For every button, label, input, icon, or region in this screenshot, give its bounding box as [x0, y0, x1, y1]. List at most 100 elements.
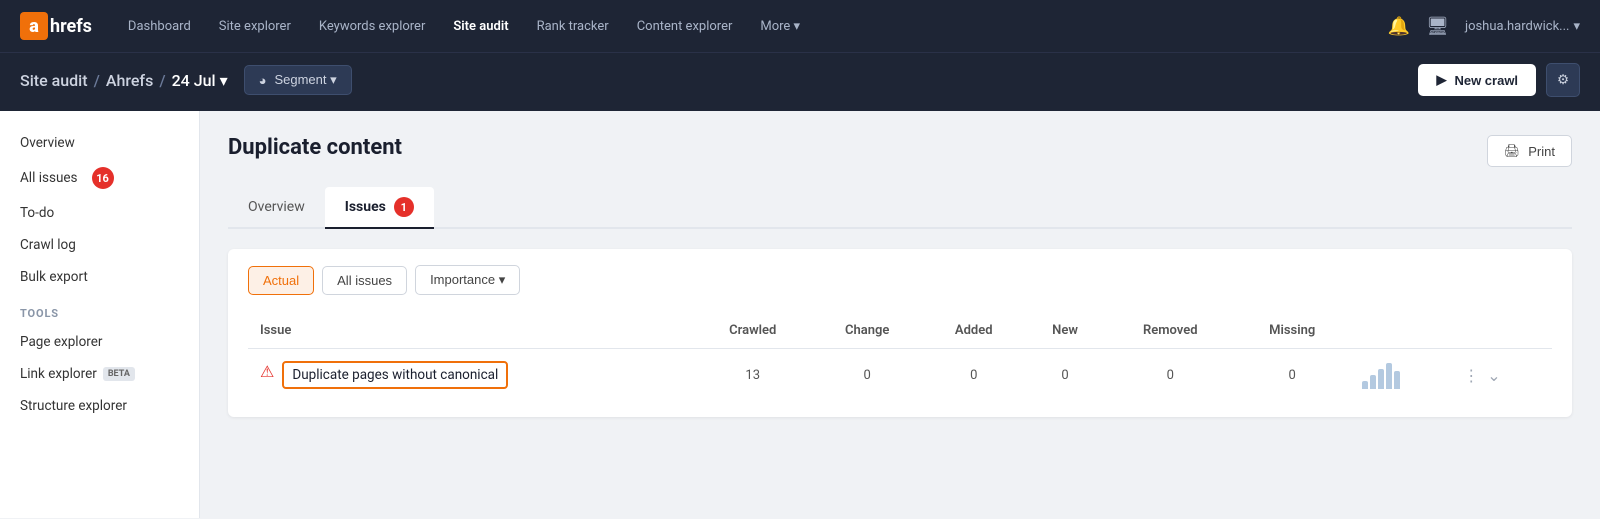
col-chart [1350, 313, 1452, 349]
sidebar-bulk-export-label: Bulk export [20, 269, 88, 285]
sidebar-item-all-issues[interactable]: All issues 16 [0, 159, 199, 197]
new-cell: 0 [1024, 349, 1106, 402]
col-change: Change [811, 313, 923, 349]
tab-overview[interactable]: Overview [228, 187, 325, 229]
structure-explorer-label: Structure explorer [20, 398, 127, 414]
sidebar-item-structure-explorer[interactable]: Structure explorer [0, 390, 199, 422]
breadcrumb-actions: ▶ New crawl ⚙ [1418, 63, 1580, 97]
nav-keywords-explorer[interactable]: Keywords explorer [307, 13, 438, 40]
breadcrumb-bar: Site audit / Ahrefs / 24 Jul ▾ ◕ Segment… [0, 52, 1600, 111]
bar-5 [1394, 371, 1400, 389]
sidebar-overview-label: Overview [20, 135, 75, 151]
all-issues-badge: 16 [92, 167, 114, 189]
play-icon: ▶ [1436, 72, 1446, 88]
col-removed: Removed [1106, 313, 1235, 349]
page-explorer-label: Page explorer [20, 334, 102, 350]
col-crawled: Crawled [694, 313, 811, 349]
nav-right: 🔔 🖥 joshua.hardwick... ▾ [1388, 16, 1580, 37]
segment-label: Segment ▾ [274, 72, 336, 88]
error-icon: ⚠ [260, 362, 274, 381]
bar-4 [1386, 363, 1392, 389]
col-actions [1451, 313, 1552, 349]
row-actions: ⋮ ⌄ [1463, 366, 1540, 385]
bar-1 [1362, 381, 1368, 389]
filter-actual-button[interactable]: Actual [248, 266, 314, 295]
tabs: Overview Issues 1 [228, 187, 1572, 229]
sidebar: Overview All issues 16 To-do Crawl log B… [0, 111, 200, 518]
nav-site-explorer[interactable]: Site explorer [207, 13, 303, 40]
sidebar-item-crawl-log[interactable]: Crawl log [0, 229, 199, 261]
page-title: Duplicate content [228, 135, 402, 160]
new-crawl-label: New crawl [1454, 73, 1518, 88]
sidebar-all-issues-label: All issues [20, 170, 78, 186]
filter-importance-button[interactable]: Importance ▾ [415, 265, 520, 295]
print-label: Print [1528, 144, 1555, 159]
missing-cell: 0 [1235, 349, 1350, 402]
segment-button[interactable]: ◕ Segment ▾ [244, 65, 352, 95]
issue-cell-inner: ⚠ Duplicate pages without canonical [260, 361, 682, 389]
main-layout: Overview All issues 16 To-do Crawl log B… [0, 111, 1600, 518]
col-issue: Issue [248, 313, 694, 349]
row-actions-cell: ⋮ ⌄ [1451, 349, 1552, 402]
screen-icon[interactable]: 🖥 [1426, 16, 1449, 37]
sidebar-item-link-explorer[interactable]: Link explorer BETA [0, 358, 199, 390]
col-missing: Missing [1235, 313, 1350, 349]
user-menu[interactable]: joshua.hardwick... ▾ [1465, 19, 1580, 34]
main-content: Duplicate content 🖨 Print Overview Issue… [200, 111, 1600, 518]
print-icon: 🖨 [1504, 143, 1521, 159]
importance-label: Importance ▾ [430, 272, 505, 288]
link-explorer-label: Link explorer [20, 366, 97, 382]
expand-icon[interactable]: ⌄ [1487, 366, 1500, 385]
table-row: ⚠ Duplicate pages without canonical 13 0… [248, 349, 1552, 402]
logo[interactable]: a hrefs [20, 12, 92, 40]
tab-issues-label: Issues [345, 199, 386, 215]
tab-overview-label: Overview [248, 199, 305, 215]
table-body: ⚠ Duplicate pages without canonical 13 0… [248, 349, 1552, 402]
filter-all-issues-button[interactable]: All issues [322, 266, 407, 295]
beta-badge: BETA [103, 367, 135, 381]
chart-cell [1350, 349, 1452, 402]
sidebar-item-todo[interactable]: To-do [0, 197, 199, 229]
added-cell: 0 [923, 349, 1024, 402]
content-header: Duplicate content 🖨 Print [228, 135, 1572, 167]
sidebar-item-overview[interactable]: Overview [0, 127, 199, 159]
nav-content-explorer[interactable]: Content explorer [625, 13, 745, 40]
bar-3 [1378, 369, 1384, 389]
tab-issues[interactable]: Issues 1 [325, 187, 434, 229]
more-options-icon[interactable]: ⋮ [1463, 366, 1479, 385]
crawled-cell: 13 [694, 349, 811, 402]
logo-text: hrefs [50, 16, 92, 37]
bar-2 [1370, 375, 1376, 389]
breadcrumb-site-audit[interactable]: Site audit [20, 71, 88, 90]
table-area: Actual All issues Importance ▾ Issue Cra… [228, 249, 1572, 417]
user-name: joshua.hardwick... [1465, 19, 1570, 34]
bell-icon[interactable]: 🔔 [1388, 16, 1410, 37]
tools-section-label: TOOLS [0, 293, 199, 326]
breadcrumb-ahrefs[interactable]: Ahrefs [106, 71, 153, 90]
change-cell: 0 [811, 349, 923, 402]
breadcrumb-date[interactable]: 24 Jul ▾ [172, 71, 228, 90]
bar-chart [1362, 361, 1440, 389]
sidebar-item-bulk-export[interactable]: Bulk export [0, 261, 199, 293]
nav-rank-tracker[interactable]: Rank tracker [525, 13, 621, 40]
tab-issues-badge: 1 [394, 197, 414, 217]
print-button[interactable]: 🖨 Print [1487, 135, 1572, 167]
breadcrumb: Site audit / Ahrefs / 24 Jul ▾ [20, 71, 228, 90]
col-added: Added [923, 313, 1024, 349]
sidebar-crawl-log-label: Crawl log [20, 237, 76, 253]
user-chevron-icon: ▾ [1573, 19, 1580, 34]
sidebar-item-page-explorer[interactable]: Page explorer [0, 326, 199, 358]
new-crawl-button[interactable]: ▶ New crawl [1418, 64, 1536, 96]
issues-table: Issue Crawled Change Added New Removed M… [248, 313, 1552, 401]
nav-site-audit[interactable]: Site audit [441, 13, 520, 40]
breadcrumb-sep-1: / [94, 71, 100, 90]
top-nav: a hrefs Dashboard Site explorer Keywords… [0, 0, 1600, 52]
col-new: New [1024, 313, 1106, 349]
nav-dashboard[interactable]: Dashboard [116, 13, 203, 40]
issue-name[interactable]: Duplicate pages without canonical [282, 361, 508, 389]
issue-cell: ⚠ Duplicate pages without canonical [248, 349, 694, 402]
settings-icon: ⚙ [1557, 72, 1569, 87]
settings-button[interactable]: ⚙ [1546, 63, 1580, 97]
nav-more[interactable]: More ▾ [748, 13, 812, 40]
removed-cell: 0 [1106, 349, 1235, 402]
